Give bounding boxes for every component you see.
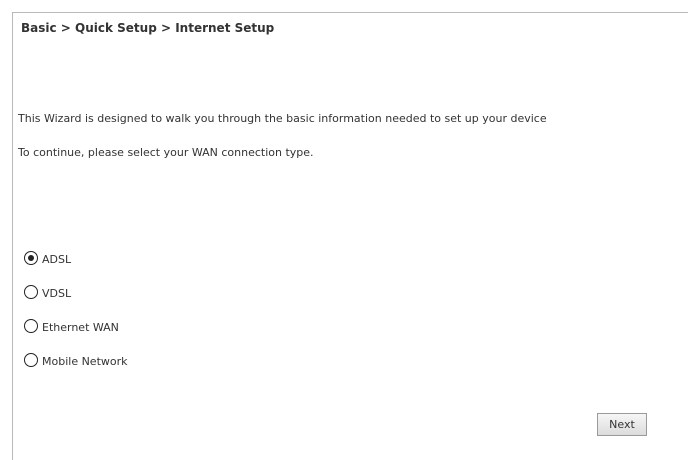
- radio-adsl[interactable]: [24, 251, 38, 265]
- wan-option-vdsl[interactable]: VDSL: [24, 280, 128, 314]
- wan-type-radio-group: ADSL VDSL Ethernet WAN Mobile Network: [24, 246, 128, 382]
- wan-option-label: Ethernet WAN: [42, 321, 119, 334]
- wan-option-label: VDSL: [42, 287, 72, 300]
- radio-ethernet-wan[interactable]: [24, 319, 38, 333]
- wan-option-label: Mobile Network: [42, 355, 128, 368]
- wan-option-ethernet-wan[interactable]: Ethernet WAN: [24, 314, 128, 348]
- breadcrumb: Basic > Quick Setup > Internet Setup: [21, 21, 275, 35]
- next-button[interactable]: Next: [597, 413, 647, 436]
- wan-option-adsl[interactable]: ADSL: [24, 246, 128, 280]
- wan-option-mobile-network[interactable]: Mobile Network: [24, 348, 128, 382]
- radio-vdsl[interactable]: [24, 285, 38, 299]
- radio-mobile-network[interactable]: [24, 353, 38, 367]
- wizard-intro-text: This Wizard is designed to walk you thro…: [18, 112, 547, 125]
- wizard-instruction-text: To continue, please select your WAN conn…: [18, 146, 314, 159]
- wan-option-label: ADSL: [42, 253, 72, 266]
- content-panel: [12, 12, 688, 460]
